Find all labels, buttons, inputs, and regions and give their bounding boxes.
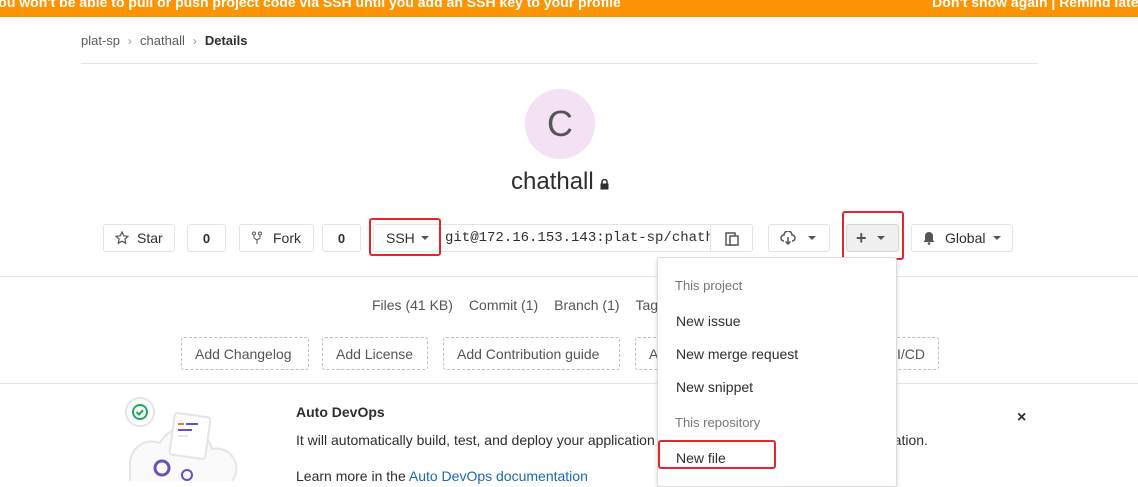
clone-url-input[interactable]: git@172.16.153.143:plat-sp/chathall.git — [441, 224, 711, 252]
auto-devops-illustration — [125, 397, 238, 481]
caret-down-icon — [993, 236, 1002, 240]
files-link[interactable]: Files (41 KB) — [372, 297, 453, 313]
auto-devops-doc-link[interactable]: Auto DevOps documentation — [409, 468, 588, 484]
highlight-box — [369, 218, 441, 256]
caret-down-icon — [808, 236, 816, 240]
add-contribution-guide-button[interactable]: Add Contribution guide — [443, 337, 620, 370]
fork-button[interactable]: Fork — [239, 224, 314, 252]
copy-url-button[interactable] — [710, 224, 753, 252]
branches-link[interactable]: Branch (1) — [554, 297, 619, 313]
bell-icon — [923, 232, 935, 245]
divider — [0, 383, 1138, 384]
project-title: chathall — [511, 168, 609, 196]
divider — [81, 63, 1038, 64]
cloud-download-icon — [780, 231, 796, 245]
highlight-box — [658, 440, 776, 469]
project-stats: Files (41 KB) Commit (1) Branch (1) Tags… — [372, 297, 686, 313]
fork-icon — [252, 231, 262, 244]
menu-header-project: This project — [675, 278, 743, 293]
project-avatar: C — [525, 89, 595, 159]
star-count[interactable]: 0 — [187, 224, 226, 252]
auto-devops-title: Auto DevOps — [296, 404, 385, 420]
menu-item-new-merge-request[interactable]: New merge request — [676, 346, 798, 362]
ssh-warning-banner: You won't be able to pull or push projec… — [0, 0, 1138, 17]
commits-link[interactable]: Commit (1) — [469, 297, 538, 313]
breadcrumb-current[interactable]: Details — [205, 33, 248, 48]
menu-item-new-snippet[interactable]: New snippet — [676, 379, 753, 395]
divider — [0, 276, 1138, 277]
fork-label: Fork — [273, 230, 301, 246]
auto-devops-learn-more: Learn more in the Auto DevOps documentat… — [296, 468, 588, 484]
add-changelog-button[interactable]: Add Changelog — [181, 337, 309, 370]
chevron-right-icon: › — [128, 33, 133, 48]
breadcrumb-group[interactable]: plat-sp — [81, 33, 120, 48]
star-label: Star — [137, 230, 163, 246]
menu-item-new-issue[interactable]: New issue — [676, 313, 741, 329]
star-icon — [115, 231, 129, 245]
notification-label: Global — [945, 230, 986, 246]
ssh-warning-actions[interactable]: Don't show again | Remind later — [932, 0, 1138, 10]
add-license-button[interactable]: Add License — [322, 337, 428, 370]
project-name: chathall — [511, 168, 594, 195]
chevron-right-icon: › — [192, 33, 197, 48]
star-button[interactable]: Star — [103, 224, 175, 252]
ssh-warning-text: You won't be able to pull or push projec… — [0, 0, 621, 10]
highlight-box — [842, 211, 904, 260]
clipboard-icon — [724, 231, 739, 246]
learn-more-prefix: Learn more in the — [296, 468, 406, 484]
download-dropdown[interactable] — [768, 224, 830, 252]
lock-icon — [600, 178, 609, 189]
breadcrumb: plat-sp › chathall › Details — [81, 33, 247, 48]
notification-dropdown[interactable]: Global — [911, 224, 1013, 252]
breadcrumb-project[interactable]: chathall — [140, 33, 185, 48]
fork-count[interactable]: 0 — [322, 224, 361, 252]
close-icon[interactable]: × — [1017, 409, 1026, 427]
menu-header-repository: This repository — [675, 415, 761, 430]
